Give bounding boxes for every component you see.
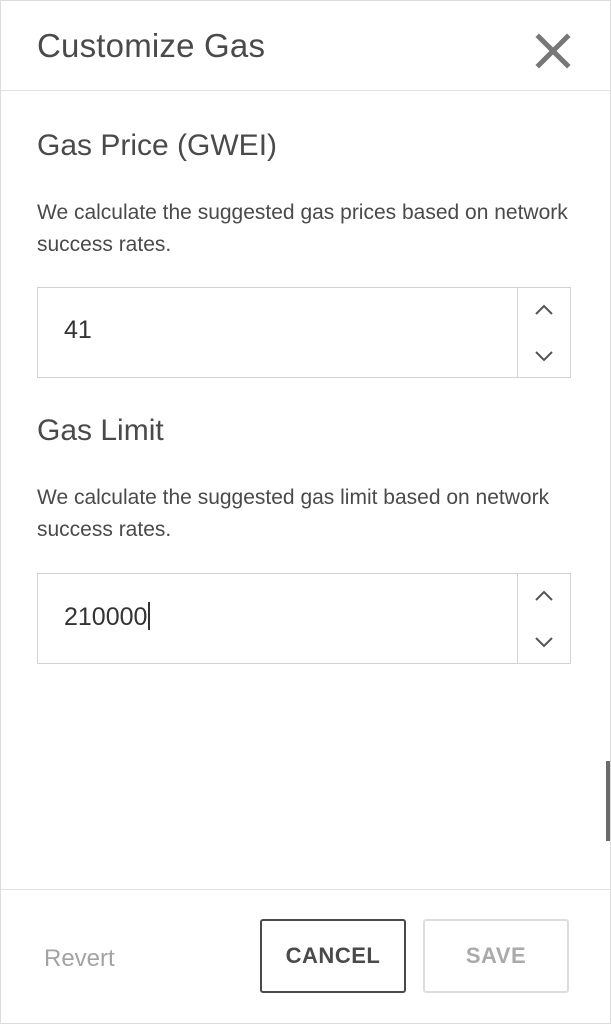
- chevron-up-icon: [535, 590, 553, 601]
- scrollbar-thumb[interactable]: [606, 761, 610, 841]
- gas-price-input[interactable]: 41: [64, 316, 504, 345]
- gas-limit-title: Gas Limit: [37, 414, 164, 447]
- gas-limit-value: 210000: [64, 603, 148, 631]
- gas-limit-input[interactable]: 210000: [64, 602, 504, 632]
- gas-price-increment-button[interactable]: [518, 288, 570, 332]
- gas-price-title: Gas Price (GWEI): [37, 129, 278, 162]
- close-icon: [535, 33, 571, 69]
- gas-limit-description: We calculate the suggested gas limit bas…: [37, 486, 550, 541]
- cancel-button[interactable]: CANCEL: [260, 919, 406, 993]
- gas-price-field[interactable]: 41: [37, 287, 571, 378]
- gas-price-decrement-button[interactable]: [518, 332, 570, 376]
- modal-footer: Revert CANCEL SAVE: [1, 889, 611, 1024]
- save-button[interactable]: SAVE: [423, 919, 569, 993]
- customize-gas-modal: Customize Gas Gas Price (GWEI) We calcul…: [0, 0, 611, 1024]
- gas-limit-increment-button[interactable]: [518, 574, 570, 618]
- gas-price-description: We calculate the suggested gas prices ba…: [37, 201, 568, 256]
- gas-price-stepper: [517, 288, 570, 377]
- gas-limit-decrement-button[interactable]: [518, 618, 570, 662]
- modal-header: Customize Gas: [1, 1, 611, 91]
- text-caret: [148, 602, 151, 630]
- chevron-down-icon: [535, 351, 553, 362]
- modal-title: Customize Gas: [37, 27, 266, 64]
- gas-limit-stepper: [517, 574, 570, 663]
- chevron-down-icon: [535, 637, 553, 648]
- close-button[interactable]: [531, 29, 575, 73]
- chevron-up-icon: [535, 304, 553, 315]
- revert-link[interactable]: Revert: [44, 945, 115, 973]
- gas-limit-field[interactable]: 210000: [37, 573, 571, 664]
